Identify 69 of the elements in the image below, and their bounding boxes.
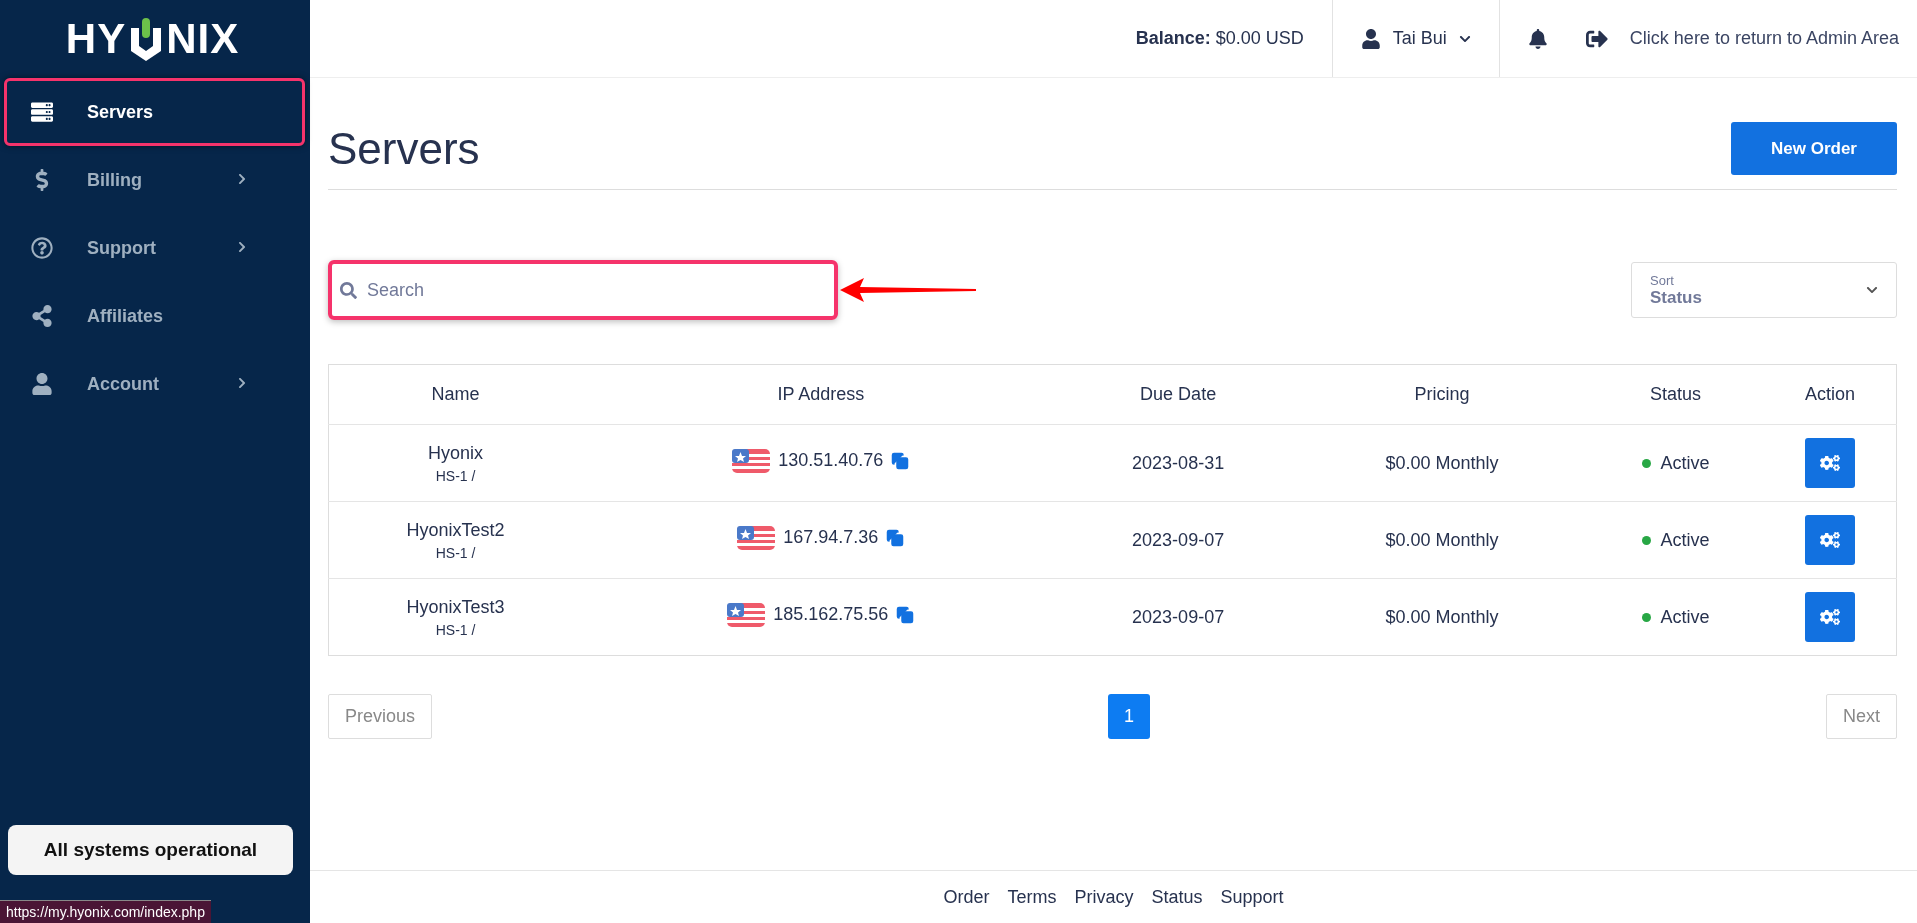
- server-plan: HS-1 /: [435, 621, 476, 638]
- sort-select[interactable]: Sort Status: [1631, 262, 1897, 318]
- server-name: Hyonix: [428, 442, 484, 464]
- status-text: Active: [1660, 607, 1710, 628]
- manage-button[interactable]: [1804, 438, 1855, 488]
- ip-address: 130.51.40.76: [778, 450, 884, 471]
- manage-button[interactable]: [1804, 515, 1855, 565]
- column-header: Name: [328, 364, 583, 425]
- page-button[interactable]: 1: [1108, 694, 1150, 739]
- next-button[interactable]: Next: [1825, 694, 1897, 739]
- footer-link[interactable]: Order: [943, 886, 990, 908]
- copy-icon[interactable]: [891, 451, 910, 470]
- user-icon: [1360, 28, 1381, 49]
- table-cell: $0.00 Monthly: [1296, 578, 1588, 656]
- sort-label: Sort: [1650, 272, 1675, 288]
- column-header: Pricing: [1296, 364, 1588, 425]
- server-name: HyonixTest3: [406, 596, 505, 618]
- system-status-button[interactable]: All systems operational: [8, 825, 293, 875]
- admin-area-link[interactable]: Click here to return to Admin Area: [1585, 27, 1899, 50]
- user-icon: [31, 373, 53, 395]
- copy-icon[interactable]: [896, 605, 915, 624]
- table-cell: $0.00 Monthly: [1296, 501, 1588, 579]
- status-text: Active: [1660, 453, 1710, 474]
- sidebar-item[interactable]: Support: [4, 214, 305, 282]
- table-cell: $0.00 Monthly: [1296, 424, 1588, 502]
- logo-text: NIX: [166, 18, 240, 60]
- gears-icon: [1819, 607, 1840, 627]
- sidebar-item[interactable]: Billing: [4, 146, 305, 214]
- ip-address: 185.162.75.56: [773, 604, 889, 625]
- server-plan: HS-1 /: [435, 467, 476, 484]
- table-cell: 2023-08-31: [1059, 424, 1297, 502]
- footer-link[interactable]: Support: [1220, 886, 1284, 908]
- sidebar-item[interactable]: Servers: [4, 78, 305, 146]
- column-header: Due Date: [1059, 364, 1297, 425]
- new-order-button[interactable]: New Order: [1731, 122, 1897, 175]
- column-header: IP Address: [582, 364, 1060, 425]
- ip-address: 167.94.7.36: [783, 527, 879, 548]
- server-stack-icon: [31, 101, 53, 123]
- table-cell: 2023-09-07: [1059, 501, 1297, 579]
- sidebar-item[interactable]: Account: [4, 350, 305, 418]
- copy-icon[interactable]: [886, 528, 905, 547]
- status-text: Active: [1660, 530, 1710, 551]
- us-flag-icon: [737, 525, 776, 550]
- logo-text: HY: [65, 18, 127, 60]
- us-flag-icon: [727, 602, 766, 627]
- sort-value: Status: [1650, 287, 1702, 308]
- table-cell: 2023-09-07: [1059, 578, 1297, 656]
- share-icon: [31, 305, 53, 327]
- manage-button[interactable]: [1804, 592, 1855, 642]
- page-title: Servers: [328, 123, 480, 174]
- column-header: Action: [1763, 364, 1897, 425]
- column-header: Status: [1587, 364, 1764, 425]
- sidebar-item[interactable]: Affiliates: [4, 282, 305, 350]
- footer-link[interactable]: Status: [1151, 886, 1203, 908]
- search-field[interactable]: Search: [328, 260, 838, 320]
- server-plan: HS-1 /: [435, 544, 476, 561]
- previous-button[interactable]: Previous: [328, 694, 433, 739]
- link-preview-url: https://my.hyonix.com/index.php: [0, 900, 211, 923]
- gears-icon: [1819, 453, 1840, 473]
- notifications-bell-icon[interactable]: [1527, 28, 1548, 49]
- user-menu[interactable]: Tai Bui: [1360, 28, 1471, 49]
- footer-link[interactable]: Terms: [1007, 886, 1057, 908]
- caret-icon: [1866, 284, 1878, 296]
- balance-text: Balance: $0.00 USD: [1135, 28, 1304, 49]
- gears-icon: [1819, 530, 1840, 550]
- us-flag-icon: [732, 448, 771, 473]
- server-name: HyonixTest2: [406, 519, 505, 541]
- search-icon: [340, 281, 357, 299]
- footer-link[interactable]: Privacy: [1074, 886, 1134, 908]
